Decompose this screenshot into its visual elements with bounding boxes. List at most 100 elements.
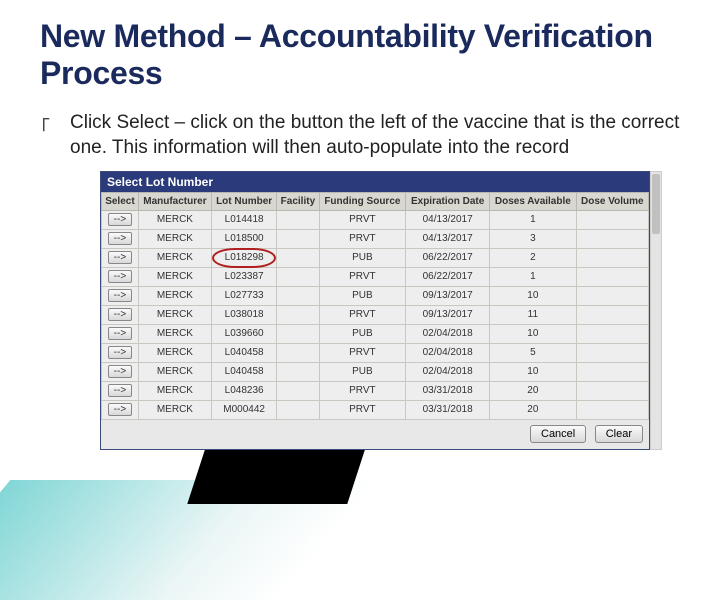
table-row: --> MERCKL040458 PRVT02/04/20185: [102, 343, 649, 362]
cell-lot: L048236: [211, 381, 276, 400]
cell-lot: L038018: [211, 305, 276, 324]
cell-funding: PUB: [319, 286, 406, 305]
cell-funding: PRVT: [319, 343, 406, 362]
cell-facility: [277, 248, 319, 267]
cell-funding: PRVT: [319, 305, 406, 324]
scrollbar-thumb[interactable]: [652, 174, 660, 234]
cell-lot: L023387: [211, 267, 276, 286]
select-row-button[interactable]: -->: [108, 384, 132, 397]
cell-expiration: 03/31/2018: [406, 381, 490, 400]
cell-doses: 1: [490, 210, 577, 229]
cell-doses: 5: [490, 343, 577, 362]
accent-wedge: [0, 480, 470, 600]
table-row: -->MERCKL027733PUB09/13/201710: [102, 286, 649, 305]
cell-lot: L027733: [211, 286, 276, 305]
select-row-button[interactable]: -->: [108, 346, 132, 359]
cell-expiration: 03/31/2018: [406, 400, 490, 419]
select-row-button[interactable]: -->: [108, 289, 132, 302]
cell-facility: [277, 343, 319, 362]
cell-funding: PRVT: [319, 400, 406, 419]
col-header: Doses Available: [490, 192, 577, 210]
cell-lot: M000442: [211, 400, 276, 419]
select-row-button[interactable]: -->: [108, 270, 132, 283]
cell-manufacturer: MERCK: [138, 400, 211, 419]
col-header: Manufacturer: [138, 192, 211, 210]
cancel-button[interactable]: Cancel: [530, 425, 586, 443]
cell-expiration: 02/04/2018: [406, 343, 490, 362]
cell-doses: 3: [490, 229, 577, 248]
table-row: -->MERCKL038018PRVT09/13/201711: [102, 305, 649, 324]
cell-expiration: 09/13/2017: [406, 305, 490, 324]
table-row: -->MERCKL039660PUB02/04/201810: [102, 324, 649, 343]
cell-funding: PUB: [319, 324, 406, 343]
select-row-button[interactable]: -->: [108, 232, 132, 245]
cell-expiration: 06/22/2017: [406, 248, 490, 267]
cell-facility: [277, 286, 319, 305]
cell-volume: [576, 324, 648, 343]
bullet-icon: ｢: [40, 110, 70, 161]
cell-funding: PRVT: [319, 381, 406, 400]
cell-lot: L040458: [211, 362, 276, 381]
cell-expiration: 02/04/2018: [406, 324, 490, 343]
col-header: Select: [102, 192, 139, 210]
table-row: -->MERCKL018298PUB06/22/20172: [102, 248, 649, 267]
lot-table: SelectManufacturerLot NumberFacilityFund…: [101, 192, 649, 420]
cell-facility: [277, 362, 319, 381]
cell-manufacturer: MERCK: [138, 210, 211, 229]
cell-lot: L018298: [211, 248, 276, 267]
cell-volume: [576, 229, 648, 248]
cell-facility: [277, 324, 319, 343]
cell-expiration: 04/13/2017: [406, 229, 490, 248]
cell-funding: PRVT: [319, 210, 406, 229]
cell-manufacturer: MERCK: [138, 248, 211, 267]
select-row-button[interactable]: -->: [108, 365, 132, 378]
cell-facility: [277, 305, 319, 324]
cell-volume: [576, 286, 648, 305]
cell-facility: [277, 400, 319, 419]
body-paragraph: Click Select – click on the button the l…: [70, 110, 680, 161]
cell-facility: [277, 381, 319, 400]
select-row-button[interactable]: -->: [108, 213, 132, 226]
cell-doses: 10: [490, 324, 577, 343]
cell-doses: 10: [490, 362, 577, 381]
cell-facility: [277, 210, 319, 229]
cell-expiration: 02/04/2018: [406, 362, 490, 381]
cell-volume: [576, 381, 648, 400]
cell-doses: 2: [490, 248, 577, 267]
cell-facility: [277, 267, 319, 286]
cell-manufacturer: MERCK: [138, 381, 211, 400]
col-header: Expiration Date: [406, 192, 490, 210]
table-row: --> MERCKL048236 PRVT03/31/201820: [102, 381, 649, 400]
cell-manufacturer: MERCK: [138, 362, 211, 381]
select-row-button[interactable]: -->: [108, 308, 132, 321]
table-row: --> MERCKL023387 PRVT06/22/20171: [102, 267, 649, 286]
select-row-button[interactable]: -->: [108, 403, 132, 416]
col-header: Dose Volume: [576, 192, 648, 210]
cell-lot: L040458: [211, 343, 276, 362]
cell-volume: [576, 400, 648, 419]
clear-button[interactable]: Clear: [595, 425, 643, 443]
table-row: --> MERCKM000442 PRVT03/31/201820: [102, 400, 649, 419]
col-header: Lot Number: [211, 192, 276, 210]
cell-manufacturer: MERCK: [138, 267, 211, 286]
screenshot-dialog: Select Lot Number SelectManufacturerLot …: [100, 171, 662, 450]
select-row-button[interactable]: -->: [108, 327, 132, 340]
cell-manufacturer: MERCK: [138, 229, 211, 248]
cell-facility: [277, 229, 319, 248]
cell-manufacturer: MERCK: [138, 286, 211, 305]
vertical-scrollbar[interactable]: [650, 171, 662, 450]
cell-doses: 20: [490, 400, 577, 419]
cell-volume: [576, 343, 648, 362]
cell-doses: 1: [490, 267, 577, 286]
cell-volume: [576, 362, 648, 381]
cell-manufacturer: MERCK: [138, 343, 211, 362]
cell-funding: PRVT: [319, 267, 406, 286]
cell-doses: 11: [490, 305, 577, 324]
table-row: -->MERCKL018500PRVT04/13/20173: [102, 229, 649, 248]
dialog-title: Select Lot Number: [101, 172, 649, 192]
cell-doses: 20: [490, 381, 577, 400]
cell-expiration: 06/22/2017: [406, 267, 490, 286]
cell-volume: [576, 248, 648, 267]
select-row-button[interactable]: -->: [108, 251, 132, 264]
cell-funding: PUB: [319, 362, 406, 381]
